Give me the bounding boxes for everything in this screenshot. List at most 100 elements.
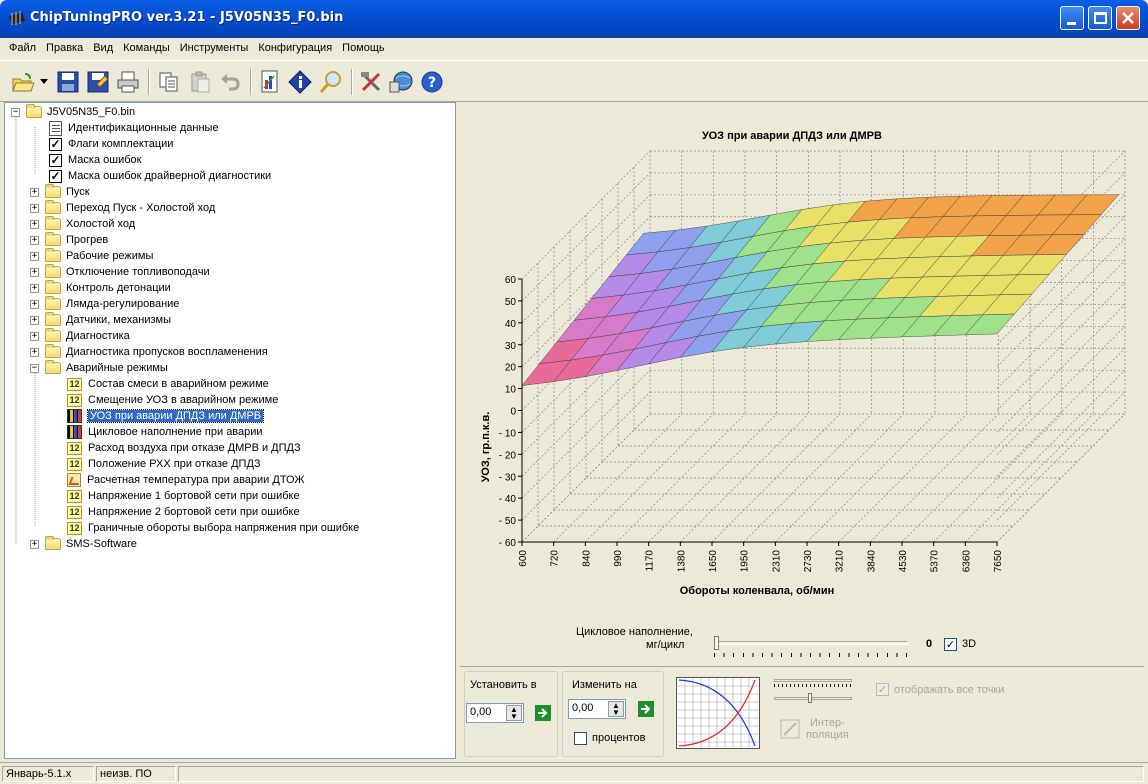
set-to-spin[interactable]: 0,00 ▲ ▼ — [466, 703, 524, 723]
slider-thumb[interactable] — [714, 636, 719, 650]
tree-item[interactable]: + Диагностика пропусков воспламенения — [30, 344, 268, 360]
curve-slider-1[interactable] — [774, 675, 852, 687]
expand-icon[interactable]: + — [30, 283, 39, 293]
tree-child-item[interactable]: 12 Напряжение 1 бортовой сети при ошибке — [67, 488, 300, 504]
tree-item[interactable]: ✓ Маска ошибок — [49, 152, 141, 168]
tree-item[interactable]: + Контроль детонации — [30, 280, 171, 296]
expand-icon[interactable]: + — [30, 315, 39, 325]
tree-item[interactable]: Идентификационные данные — [49, 120, 219, 136]
dropdown-arrow-icon[interactable] — [38, 69, 50, 95]
tree-item-label: Напряжение 1 бортовой сети при ошибке — [88, 490, 300, 502]
tree-child-item[interactable]: 12 Положение РХХ при отказе ДПДЗ — [67, 456, 261, 472]
tree-item[interactable]: + Датчики, механизмы — [30, 312, 171, 328]
config-tree[interactable]: − J5V05N35_F0.bin Идентификационные данн… — [4, 102, 456, 759]
fill-slider[interactable] — [714, 632, 908, 660]
tree-item[interactable]: + Прогрев — [30, 232, 108, 248]
menu-file[interactable]: Файл — [4, 42, 41, 54]
menu-commands[interactable]: Команды — [118, 42, 175, 54]
tree-child-item[interactable]: Расчетная температура при аварии ДТОЖ — [67, 472, 305, 488]
collapse-icon[interactable]: − — [11, 107, 20, 117]
tree-item[interactable]: + Переход Пуск - Холостой ход — [30, 200, 215, 216]
network-icon[interactable] — [388, 69, 414, 95]
expand-icon[interactable]: + — [30, 267, 39, 277]
tools-icon[interactable] — [358, 69, 384, 95]
tree-item[interactable]: ✓ Флаги комплектации — [49, 136, 173, 152]
svg-text:?: ? — [428, 75, 436, 91]
menu-view[interactable]: Вид — [88, 42, 118, 54]
y-tick-label: - 20 — [499, 450, 517, 461]
tree-item[interactable]: + Холостой ход — [30, 216, 135, 232]
expand-icon[interactable]: + — [30, 539, 39, 549]
checkbox-3d[interactable]: ✓ — [944, 638, 957, 651]
tree-item[interactable]: + Пуск — [30, 184, 90, 200]
tree-item[interactable]: − Аварийные режимы — [30, 360, 168, 376]
tree-item-label: Состав смеси в аварийном режиме — [88, 378, 269, 390]
interpolation-button — [780, 719, 800, 739]
expand-icon[interactable]: + — [30, 331, 39, 341]
folder-open-icon — [26, 104, 42, 118]
curve-slider-2[interactable] — [774, 693, 852, 705]
change-by-spin[interactable]: 0,00 ▲ ▼ — [568, 699, 626, 719]
tree-child-item[interactable]: 12 Граничные обороты выбора напряжения пр… — [67, 520, 359, 536]
collapse-icon[interactable]: − — [30, 363, 39, 373]
menu-tools[interactable]: Инструменты — [175, 42, 254, 54]
folder-icon — [45, 536, 61, 550]
tree-child-item[interactable]: УОЗ при аварии ДПДЗ или ДМРВ — [67, 408, 265, 424]
expand-icon[interactable]: + — [30, 251, 39, 261]
apply-set-button[interactable] — [534, 704, 552, 722]
tree-item[interactable]: + Рабочие режимы — [30, 248, 153, 264]
apply-change-button[interactable] — [637, 700, 655, 718]
expand-icon[interactable]: + — [30, 219, 39, 229]
help-icon[interactable]: ? — [419, 69, 445, 95]
open-icon[interactable] — [10, 69, 36, 95]
tree-item[interactable]: ✓ Маска ошибок драйверной диагностики — [49, 168, 271, 184]
tree-root-label: J5V05N35_F0.bin — [47, 106, 136, 118]
tree-item[interactable]: + Лямда-регулирование — [30, 296, 179, 312]
save-icon[interactable] — [55, 69, 81, 95]
save-as-icon[interactable] — [85, 69, 111, 95]
tree-item-label: Положение РХХ при отказе ДПДЗ — [88, 458, 261, 470]
y-tick-label: 60 — [505, 275, 517, 286]
tree-root[interactable]: − J5V05N35_F0.bin — [11, 104, 135, 120]
expand-icon[interactable]: + — [30, 235, 39, 245]
expand-icon[interactable]: + — [30, 299, 39, 309]
maximize-button[interactable] — [1088, 6, 1112, 30]
interpolation-curve-preview[interactable] — [676, 677, 760, 749]
minimize-button[interactable] — [1060, 6, 1084, 30]
tree-child-item[interactable]: 12 Напряжение 2 бортовой сети при ошибке — [67, 504, 300, 520]
menu-help[interactable]: Помощь — [337, 42, 390, 54]
folder-icon — [45, 200, 61, 214]
tree-item[interactable]: + Диагностика — [30, 328, 130, 344]
checklist-icon: ✓ — [49, 136, 62, 151]
app-chip-icon[interactable] — [8, 11, 26, 30]
tree-item-label: Диагностика пропусков воспламенения — [66, 346, 268, 358]
report-icon[interactable] — [257, 69, 283, 95]
menu-config[interactable]: Конфигурация — [253, 42, 337, 54]
tree-child-item[interactable]: Цикловое наполнение при аварии — [67, 424, 263, 440]
close-button[interactable] — [1116, 6, 1140, 30]
info-icon[interactable] — [287, 69, 313, 95]
maximize-icon — [1094, 12, 1107, 24]
x-tick-label: 600 — [518, 550, 529, 567]
copy-icon[interactable] — [156, 69, 182, 95]
tree-child-item[interactable]: 12 Смещение УОЗ в аварийном режиме — [67, 392, 278, 408]
tree-child-item[interactable]: 12 Состав смеси в аварийном режиме — [67, 376, 269, 392]
search-icon[interactable] — [318, 69, 344, 95]
tree-item-label: Диагностика — [66, 330, 130, 342]
spin-arrows-icon[interactable]: ▲ ▼ — [608, 701, 624, 717]
tree-item[interactable]: + SMS-Software — [30, 536, 137, 552]
spin-arrows-icon[interactable]: ▲ ▼ — [506, 705, 522, 721]
x-tick-label: 840 — [581, 550, 592, 567]
surface-chart[interactable]: УОЗ при аварии ДПДЗ или ДМРВ 60 50 40 30 20 1… — [460, 102, 1144, 622]
menu-edit[interactable]: Правка — [41, 42, 88, 54]
percent-checkbox[interactable] — [574, 732, 587, 745]
tree-item[interactable]: + Отключение топливоподачи — [30, 264, 210, 280]
tree-child-item[interactable]: 12 Расход воздуха при отказе ДМРВ и ДПДЗ — [67, 440, 301, 456]
x-tick-label: 6360 — [961, 550, 972, 573]
expand-icon[interactable]: + — [30, 187, 39, 197]
expand-icon[interactable]: + — [30, 347, 39, 357]
y-tick-label: 0 — [510, 407, 516, 418]
number-table-icon: 12 — [67, 489, 82, 503]
print-icon[interactable] — [115, 69, 141, 95]
expand-icon[interactable]: + — [30, 203, 39, 213]
